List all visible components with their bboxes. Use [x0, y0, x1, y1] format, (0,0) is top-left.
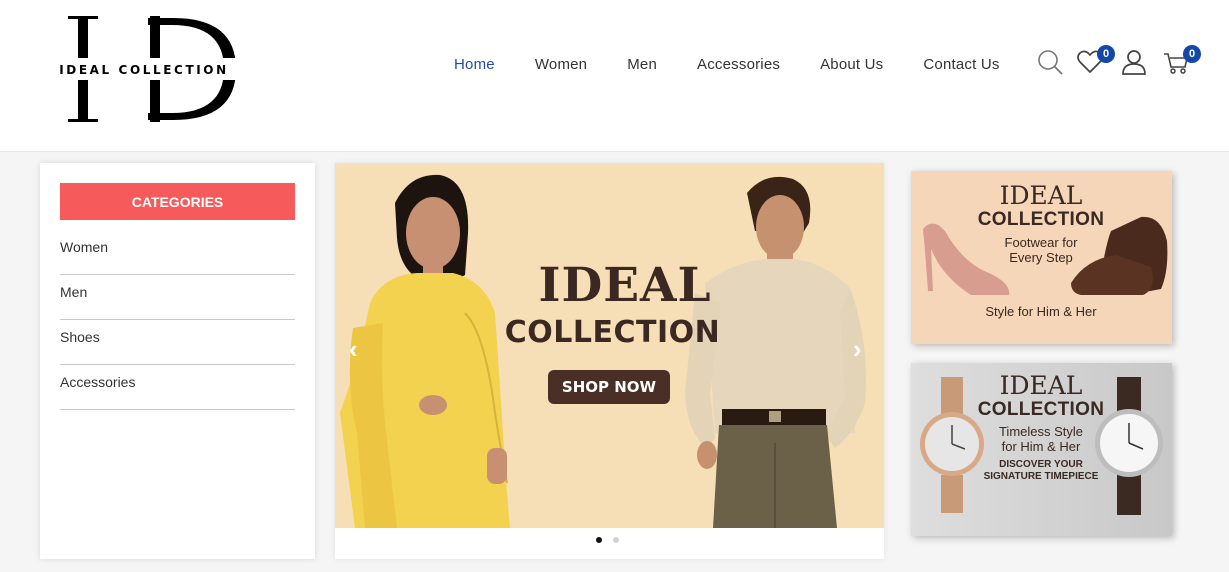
promo1-line2: Every Step [1009, 250, 1073, 265]
promo1-subtitle: COLLECTION [977, 209, 1105, 230]
nav-men[interactable]: Men [627, 56, 657, 73]
promo2-line3: DISCOVER YOUR [999, 459, 1083, 470]
slider-next-arrow[interactable]: › [853, 334, 862, 365]
shop-now-button[interactable]: SHOP NOW [548, 370, 670, 404]
promo1-line1: Footwear for [1004, 235, 1078, 250]
slider-dot-2[interactable] [613, 537, 619, 543]
hero-slider: IDEAL COLLECTION SHOP NOW ‹ › [335, 163, 884, 559]
slider-prev-arrow[interactable]: ‹ [349, 334, 358, 365]
promo2-title: IDEAL [999, 371, 1083, 400]
brand-logo[interactable]: IDEAL COLLECTION [48, 14, 240, 124]
category-item-shoes[interactable]: Shoes [60, 320, 295, 365]
promo1-title: IDEAL [999, 181, 1083, 210]
promo2-line2: for Him & Her [1001, 439, 1081, 454]
promo1-footer: Style for Him & Her [985, 304, 1097, 319]
promo2-line1: Timeless Style [998, 424, 1084, 439]
category-item-accessories[interactable]: Accessories [60, 365, 295, 410]
promo2-subtitle: COLLECTION [977, 399, 1105, 420]
promo2-line4: SIGNATURE TIMEPIECE [983, 471, 1099, 482]
nav-about-us[interactable]: About Us [820, 56, 883, 73]
cart-button[interactable]: 0 [1162, 45, 1201, 76]
account-button[interactable] [1120, 48, 1148, 76]
hero-slide: IDEAL COLLECTION SHOP NOW ‹ › [335, 163, 884, 528]
header-icons: 0 0 [1036, 45, 1202, 76]
promo2-text: IDEAL COLLECTION Timeless Style for Him … [971, 373, 1111, 483]
wishlist-button[interactable]: 0 [1076, 45, 1115, 76]
hero-title: IDEAL [538, 258, 712, 313]
logo-wordmark: IDEAL COLLECTION [59, 63, 229, 77]
promo1-text: IDEAL COLLECTION Footwear for Every Step [971, 181, 1111, 266]
nav-contact-us[interactable]: Contact Us [923, 56, 999, 73]
user-icon [1122, 50, 1146, 75]
footwear-promo-banner[interactable]: IDEAL COLLECTION Footwear for Every Step… [911, 171, 1172, 344]
nav-women[interactable]: Women [535, 56, 587, 73]
categories-title: CATEGORIES [60, 183, 295, 220]
slider-dot-1[interactable] [596, 537, 602, 543]
category-list: Women Men Shoes Accessories [60, 230, 295, 410]
watch-promo-banner[interactable]: IDEAL COLLECTION Timeless Style for Him … [911, 363, 1172, 536]
logo-monogram: IDEAL COLLECTION [48, 16, 240, 122]
nav-home[interactable]: Home [454, 56, 495, 73]
main-nav: Home Women Men Accessories About Us Cont… [454, 56, 1040, 73]
cart-count-badge: 0 [1183, 45, 1201, 63]
search-icon [1038, 50, 1063, 75]
search-button[interactable] [1036, 48, 1064, 76]
site-header: IDEAL COLLECTION Home Women Men Accessor… [0, 0, 1229, 152]
hero-subtitle: COLLECTION [504, 315, 721, 350]
wishlist-count-badge: 0 [1097, 45, 1115, 63]
nav-accessories[interactable]: Accessories [697, 56, 780, 73]
categories-sidebar: CATEGORIES Women Men Shoes Accessories [40, 163, 315, 559]
slider-dots [596, 537, 619, 543]
category-item-men[interactable]: Men [60, 275, 295, 320]
category-item-women[interactable]: Women [60, 230, 295, 275]
